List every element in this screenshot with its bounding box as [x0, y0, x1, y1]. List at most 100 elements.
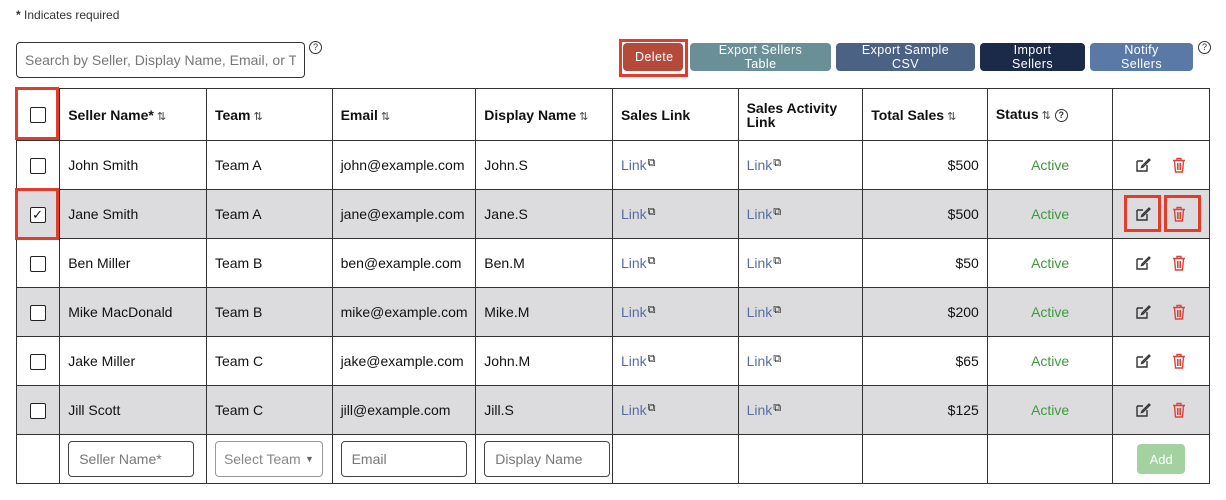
team-cell: Team B — [205, 238, 333, 288]
sales-activity-link[interactable]: Link — [747, 206, 773, 222]
copy-icon[interactable]: ⧉ — [648, 157, 656, 169]
new-display-cell — [475, 434, 613, 484]
display-name-cell: Mike.M — [475, 287, 613, 337]
sort-icon[interactable]: ⇅ — [157, 111, 166, 123]
sales-link[interactable]: Link — [621, 402, 647, 418]
header-status[interactable]: Status ⇅ ? — [986, 88, 1114, 141]
row-checkbox[interactable] — [30, 402, 47, 419]
edit-icon[interactable] — [1134, 352, 1152, 370]
total-sales-cell: $200 — [862, 287, 988, 337]
header-team[interactable]: Team ⇅ — [205, 88, 333, 141]
trash-icon[interactable] — [1170, 303, 1188, 321]
sales-link[interactable]: Link — [621, 353, 647, 369]
sales-link-cell: Link⧉ — [611, 385, 739, 435]
row-checkbox[interactable] — [30, 353, 47, 370]
edit-icon[interactable] — [1134, 205, 1152, 223]
sales-activity-link[interactable]: Link — [747, 157, 773, 173]
sales-link-cell: Link⧉ — [611, 336, 739, 386]
sales-link[interactable]: Link — [621, 304, 647, 320]
copy-icon[interactable]: ⧉ — [773, 206, 781, 218]
total-sales-cell: $500 — [862, 189, 988, 239]
search-input[interactable] — [16, 42, 305, 78]
sales-link[interactable]: Link — [621, 255, 647, 271]
new-display-name-input[interactable] — [484, 441, 611, 477]
email-cell: jake@example.com — [331, 336, 477, 386]
copy-icon[interactable]: ⧉ — [648, 304, 656, 316]
export-sample-csv-button[interactable]: Export Sample CSV — [836, 43, 975, 71]
sales-link[interactable]: Link — [621, 206, 647, 222]
header-email-label: Email — [340, 106, 378, 123]
header-display-name[interactable]: Display Name ⇅ — [475, 88, 613, 141]
copy-icon[interactable]: ⧉ — [773, 157, 781, 169]
sort-icon[interactable]: ⇅ — [1042, 110, 1051, 122]
copy-icon[interactable]: ⧉ — [648, 402, 656, 414]
sort-icon[interactable]: ⇅ — [253, 111, 262, 123]
seller-name-cell: John Smith — [59, 140, 207, 190]
edit-icon[interactable] — [1134, 401, 1152, 419]
toolbar-help-icon[interactable]: ? — [1198, 41, 1211, 54]
sales-activity-link[interactable]: Link — [747, 255, 773, 271]
notify-sellers-button[interactable]: Notify Sellers — [1090, 43, 1193, 71]
header-status-label: Status — [995, 106, 1039, 122]
search-help-icon[interactable]: ? — [309, 41, 322, 54]
edit-icon[interactable] — [1134, 303, 1152, 321]
team-cell: Team C — [205, 336, 333, 386]
row-checkbox[interactable] — [30, 304, 47, 321]
row-checkbox-cell — [15, 140, 61, 190]
sales-activity-link[interactable]: Link — [747, 353, 773, 369]
trash-icon[interactable] — [1170, 205, 1188, 223]
email-cell: jane@example.com — [331, 189, 477, 239]
table-header-row: Seller Name* ⇅ Team ⇅ Email ⇅ Display Name ⇅… — [15, 88, 1210, 141]
header-email[interactable]: Email ⇅ — [331, 88, 477, 141]
copy-icon[interactable]: ⧉ — [773, 353, 781, 365]
edit-icon[interactable] — [1134, 156, 1152, 174]
add-seller-button[interactable]: Add — [1137, 444, 1186, 474]
sort-icon[interactable]: ⇅ — [947, 111, 956, 123]
new-seller-cell — [59, 434, 207, 484]
trash-icon[interactable] — [1170, 156, 1188, 174]
row-checkbox[interactable] — [30, 206, 47, 223]
total-sales-cell: $125 — [862, 385, 988, 435]
sales-link-cell: Link⧉ — [611, 238, 739, 288]
copy-icon[interactable]: ⧉ — [773, 402, 781, 414]
status-cell: Active — [986, 287, 1114, 337]
sales-link-cell: Link⧉ — [611, 287, 739, 337]
required-note-text: Indicates required — [24, 8, 120, 22]
copy-icon[interactable]: ⧉ — [648, 206, 656, 218]
status-cell: Active — [986, 140, 1114, 190]
header-sales-link-label: Sales Link — [620, 106, 691, 123]
header-seller-name-label: Seller Name* — [68, 106, 154, 123]
new-row-empty-cell — [15, 434, 61, 484]
select-all-checkbox[interactable] — [30, 107, 47, 124]
row-checkbox[interactable] — [30, 157, 47, 174]
new-email-input[interactable] — [340, 441, 467, 477]
header-seller-name[interactable]: Seller Name* ⇅ — [59, 88, 207, 141]
status-cell: Active — [986, 385, 1114, 435]
copy-icon[interactable]: ⧉ — [648, 353, 656, 365]
new-team-select[interactable]: Select Team ▼ — [214, 441, 323, 477]
copy-icon[interactable]: ⧉ — [773, 255, 781, 267]
new-team-cell: Select Team ▼ — [205, 434, 333, 484]
row-checkbox[interactable] — [30, 255, 47, 272]
import-sellers-button[interactable]: Import Sellers — [980, 43, 1085, 71]
new-row-empty-cell — [611, 434, 739, 484]
sales-activity-link[interactable]: Link — [747, 402, 773, 418]
edit-icon[interactable] — [1134, 254, 1152, 272]
header-total-sales[interactable]: Total Sales ⇅ — [862, 88, 988, 141]
sales-activity-link[interactable]: Link — [747, 304, 773, 320]
export-sellers-table-button[interactable]: Export Sellers Table — [690, 43, 831, 71]
trash-icon[interactable] — [1170, 401, 1188, 419]
sort-icon[interactable]: ⇅ — [579, 111, 588, 123]
delete-button[interactable]: Delete — [623, 43, 683, 71]
chevron-down-icon: ▼ — [305, 454, 314, 464]
sales-link[interactable]: Link — [621, 157, 647, 173]
copy-icon[interactable]: ⧉ — [648, 255, 656, 267]
trash-icon[interactable] — [1170, 254, 1188, 272]
table-row: Ben Miller Team Bben@example.com Ben.M Link… — [15, 238, 1210, 288]
status-help-icon[interactable]: ? — [1054, 109, 1068, 122]
trash-icon[interactable] — [1170, 352, 1188, 370]
new-seller-name-input[interactable] — [68, 441, 195, 477]
sales-link-cell: Link⧉ — [611, 189, 739, 239]
sort-icon[interactable]: ⇅ — [381, 111, 390, 123]
copy-icon[interactable]: ⧉ — [773, 304, 781, 316]
